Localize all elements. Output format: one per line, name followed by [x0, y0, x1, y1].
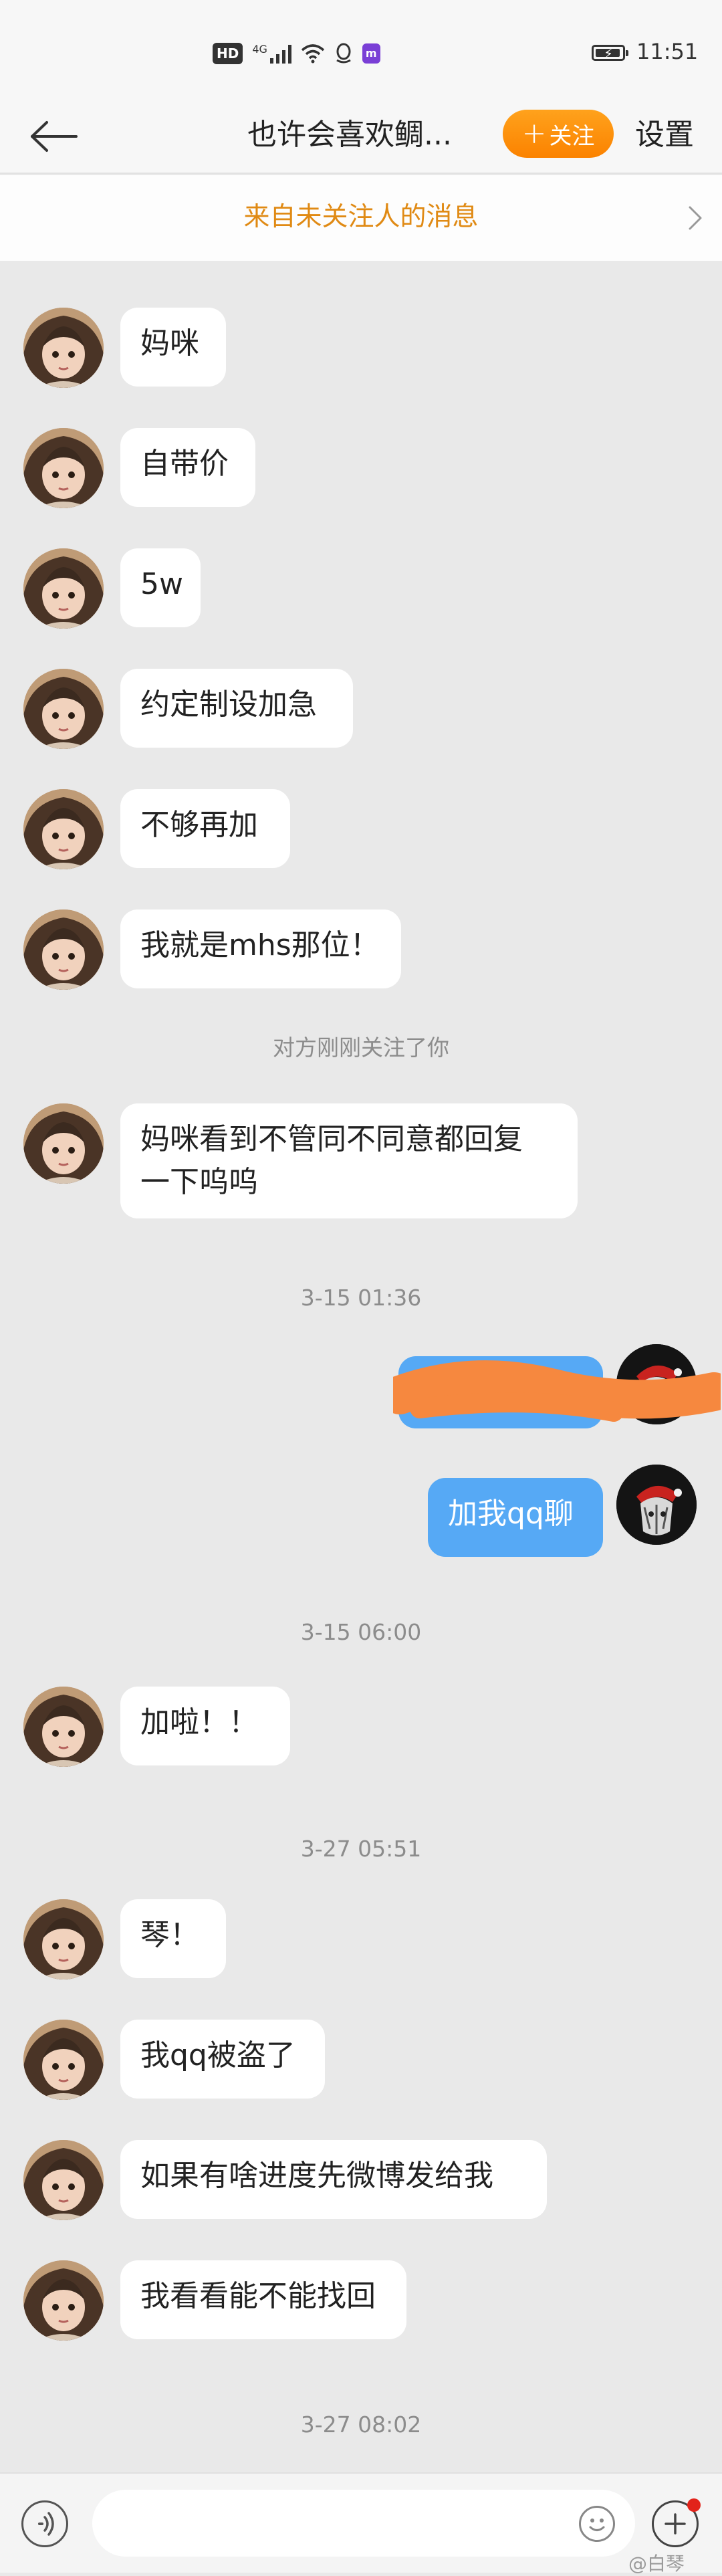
network-type: 4G — [252, 42, 267, 56]
follow-button[interactable]: + 关注 — [503, 110, 614, 158]
sender-avatar[interactable] — [23, 2020, 104, 2100]
sender-avatar[interactable] — [23, 1899, 104, 1979]
sender-avatar[interactable] — [23, 548, 104, 629]
my-avatar[interactable] — [616, 1344, 697, 1424]
sender-avatar[interactable] — [23, 909, 104, 990]
notice-text: 来自未关注人的消息 — [243, 202, 479, 232]
emoji-button[interactable] — [579, 2506, 615, 2542]
settings-button[interactable]: 设置 — [635, 115, 694, 155]
hd-badge: HD — [213, 43, 243, 64]
message-input[interactable] — [92, 2490, 635, 2557]
received-message-bubble[interactable]: 自带价 — [120, 428, 255, 507]
received-message-bubble[interactable]: 我就是mhs那位！ — [120, 909, 401, 988]
follow-button-label: 关注 — [549, 122, 595, 150]
sender-avatar[interactable] — [23, 2260, 104, 2341]
sent-message-bubble[interactable]: 加我qq聊 — [428, 1478, 603, 1557]
battery-icon: ⚡ — [592, 45, 628, 62]
message-timestamp: 3-15 01:36 — [300, 1285, 422, 1311]
plus-icon: + — [521, 116, 547, 150]
sender-avatar[interactable] — [23, 2140, 104, 2220]
watermark: @白琴 — [628, 2553, 685, 2575]
sender-avatar[interactable] — [23, 308, 104, 388]
received-message-bubble[interactable]: 我看看能不能找回 — [120, 2260, 406, 2339]
qq-notification-icon — [334, 43, 353, 64]
page-title: 也许会喜欢鲷... — [247, 118, 452, 152]
wifi-icon — [301, 43, 325, 64]
unfollowed-messages-notice[interactable]: 来自未关注人的消息 — [0, 175, 722, 261]
received-message-bubble[interactable]: 妈咪看到不管同不同意都回复 一下呜呜 — [120, 1103, 578, 1218]
system-notice: 对方刚刚关注了你 — [273, 1035, 449, 1061]
sender-avatar[interactable] — [23, 1687, 104, 1767]
voice-button[interactable] — [21, 2500, 68, 2547]
message-input-bar — [0, 2472, 722, 2573]
sender-avatar[interactable] — [23, 1103, 104, 1184]
back-arrow-icon — [31, 121, 78, 152]
chat-header: 也许会喜欢鲷... + 关注 设置 — [0, 100, 722, 174]
sender-avatar[interactable] — [23, 669, 104, 749]
charging-icon: ⚡ — [604, 45, 614, 62]
status-icons: HD 4G m — [213, 40, 380, 67]
received-message-bubble[interactable]: 妈咪 — [120, 308, 226, 387]
received-message-bubble[interactable]: 不够再加 — [120, 789, 290, 868]
received-message-bubble[interactable]: 我qq被盗了 — [120, 2020, 325, 2099]
my-avatar[interactable] — [616, 1465, 697, 1545]
message-timestamp: 3-27 08:02 — [300, 2411, 422, 2438]
emoji-icon — [589, 2518, 605, 2531]
message-timestamp: 3-27 05:51 — [300, 1836, 422, 1862]
more-options-button[interactable] — [652, 2498, 701, 2547]
status-time: 11:51 — [636, 39, 699, 64]
message-timestamp: 3-15 06:00 — [300, 1619, 422, 1645]
received-message-bubble[interactable]: 如果有啥进度先微博发给我 — [120, 2140, 547, 2219]
received-message-bubble[interactable]: 5w — [120, 548, 201, 627]
received-message-bubble[interactable]: 加啦！！ — [120, 1687, 290, 1765]
received-message-bubble[interactable]: 约定制设加急 — [120, 669, 353, 748]
app-notification-badge: m — [362, 43, 380, 64]
status-bar: HD 4G m ⚡ 11:51 — [0, 0, 722, 100]
back-button[interactable] — [27, 110, 80, 163]
sent-message-bubble[interactable] — [398, 1356, 603, 1428]
received-message-bubble[interactable]: 琴！ — [120, 1899, 226, 1978]
chevron-right-icon — [689, 206, 702, 230]
sender-avatar[interactable] — [23, 789, 104, 869]
signal-icon — [269, 43, 291, 64]
notification-dot — [687, 2498, 701, 2512]
voice-icon — [38, 2512, 54, 2536]
sender-avatar[interactable] — [23, 428, 104, 508]
